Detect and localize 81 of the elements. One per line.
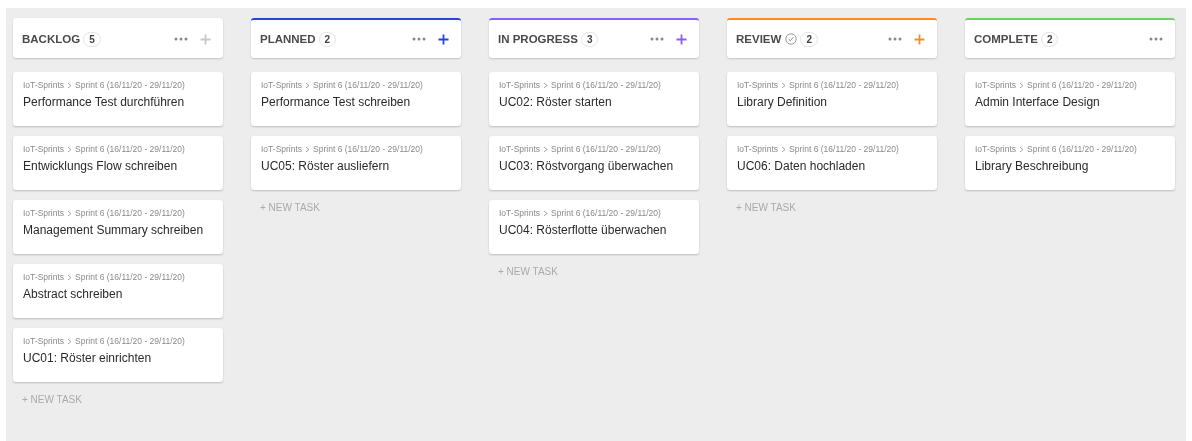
task-card[interactable]: IoT-Sprints Sprint 6 (16/11/20 - 29/11/20) UC06: Daten hochladen: [727, 136, 937, 190]
task-card[interactable]: IoT-Sprints Sprint 6 (16/11/20 - 29/11/20) UC05: Röster ausliefern: [251, 136, 461, 190]
task-card[interactable]: IoT-Sprints Sprint 6 (16/11/20 - 29/11/20) Abstract schreiben: [13, 264, 223, 318]
task-title: UC03: Röstvorgang überwachen: [499, 159, 675, 173]
sprint-name: Sprint 6 (16/11/20 - 29/11/20): [1027, 80, 1137, 90]
task-card[interactable]: IoT-Sprints Sprint 6 (16/11/20 - 29/11/20) UC04: Rösterflotte überwachen: [489, 200, 699, 254]
project-name: IoT-Sprints: [23, 144, 65, 154]
task-title: Entwicklungs Flow schreiben: [23, 159, 179, 173]
project-name: IoT-Sprints: [23, 336, 65, 346]
project-name: IoT-Sprints: [261, 144, 303, 154]
chevron-icon: [67, 81, 73, 89]
project-name: IoT-Sprints: [499, 80, 541, 90]
task-title: Management Summary schreiben: [23, 223, 205, 237]
sprint-name: Sprint 6 (16/11/20 - 29/11/20): [551, 208, 661, 218]
task-title: Performance Test schreiben: [261, 95, 412, 109]
column-title: PLANNED: [260, 33, 316, 45]
sprint-name: Sprint 6 (16/11/20 - 29/11/20): [789, 80, 899, 90]
chevron-icon: [543, 145, 549, 153]
sprint-name: Sprint 6 (16/11/20 - 29/11/20): [75, 208, 185, 218]
task-card[interactable]: IoT-Sprints Sprint 6 (16/11/20 - 29/11/20) Library Beschreibung: [965, 136, 1175, 190]
chevron-icon: [67, 273, 73, 281]
chevron-icon: [543, 81, 549, 89]
task-card[interactable]: IoT-Sprints Sprint 6 (16/11/20 - 29/11/20) Performance Test durchführen: [13, 72, 223, 126]
task-title: Admin Interface Design: [975, 95, 1101, 109]
task-card[interactable]: IoT-Sprints Sprint 6 (16/11/20 - 29/11/20) UC02: Röster starten: [489, 72, 699, 126]
task-title: UC05: Röster ausliefern: [261, 159, 391, 173]
chevron-icon: [781, 145, 787, 153]
chevron-icon: [1019, 81, 1025, 89]
check-circle-icon: [785, 33, 798, 45]
project-name: IoT-Sprints: [499, 208, 541, 218]
sprint-name: Sprint 6 (16/11/20 - 29/11/20): [551, 144, 661, 154]
chevron-icon: [781, 81, 787, 89]
chevron-icon: [305, 145, 311, 153]
task-card[interactable]: IoT-Sprints Sprint 6 (16/11/20 - 29/11/20) Performance Test schreiben: [251, 72, 461, 126]
chevron-icon: [67, 209, 73, 217]
sprint-name: Sprint 6 (16/11/20 - 29/11/20): [551, 80, 661, 90]
more-button[interactable]: [886, 35, 904, 43]
chevron-icon: [543, 209, 549, 217]
sprint-name: Sprint 6 (16/11/20 - 29/11/20): [313, 80, 423, 90]
task-card[interactable]: IoT-Sprints Sprint 6 (16/11/20 - 29/11/20) Admin Interface Design: [965, 72, 1175, 126]
task-title: UC01: Röster einrichten: [23, 351, 153, 365]
chevron-icon: [67, 337, 73, 345]
task-title: Abstract schreiben: [23, 287, 124, 301]
task-title: Library Beschreibung: [975, 159, 1090, 173]
sprint-name: Sprint 6 (16/11/20 - 29/11/20): [75, 144, 185, 154]
task-card[interactable]: IoT-Sprints Sprint 6 (16/11/20 - 29/11/20) Library Definition: [727, 72, 937, 126]
project-name: IoT-Sprints: [737, 144, 779, 154]
chevron-icon: [67, 145, 73, 153]
task-card[interactable]: IoT-Sprints Sprint 6 (16/11/20 - 29/11/20) UC03: Röstvorgang überwachen: [489, 136, 699, 190]
sprint-name: Sprint 6 (16/11/20 - 29/11/20): [75, 336, 185, 346]
task-title: UC04: Rösterflotte überwachen: [499, 223, 668, 237]
task-title: UC06: Daten hochladen: [737, 159, 867, 173]
column-title: COMPLETE: [974, 33, 1038, 45]
task-card[interactable]: IoT-Sprints Sprint 6 (16/11/20 - 29/11/20) Entwicklungs Flow schreiben: [13, 136, 223, 190]
sprint-name: Sprint 6 (16/11/20 - 29/11/20): [75, 80, 185, 90]
more-button[interactable]: [172, 35, 190, 43]
more-button[interactable]: [648, 35, 666, 43]
task-card[interactable]: IoT-Sprints Sprint 6 (16/11/20 - 29/11/20) Management Summary schreiben: [13, 200, 223, 254]
column-title: REVIEW: [736, 33, 782, 45]
project-name: IoT-Sprints: [23, 208, 65, 218]
chevron-icon: [305, 81, 311, 89]
project-name: IoT-Sprints: [261, 80, 303, 90]
column-title: BACKLOG: [22, 33, 81, 45]
project-name: IoT-Sprints: [975, 80, 1017, 90]
sprint-name: Sprint 6 (16/11/20 - 29/11/20): [789, 144, 899, 154]
chevron-icon: [1019, 145, 1025, 153]
sprint-name: Sprint 6 (16/11/20 - 29/11/20): [75, 272, 185, 282]
task-title: UC02: Röster starten: [499, 95, 613, 109]
project-name: IoT-Sprints: [23, 80, 65, 90]
task-card[interactable]: IoT-Sprints Sprint 6 (16/11/20 - 29/11/20) UC01: Röster einrichten: [13, 328, 223, 382]
project-name: IoT-Sprints: [499, 144, 541, 154]
project-name: IoT-Sprints: [975, 144, 1017, 154]
project-name: IoT-Sprints: [737, 80, 779, 90]
task-title: Performance Test durchführen: [23, 95, 186, 109]
more-button[interactable]: [410, 35, 428, 43]
sprint-name: Sprint 6 (16/11/20 - 29/11/20): [313, 144, 423, 154]
task-title: Library Definition: [737, 95, 829, 109]
sprint-name: Sprint 6 (16/11/20 - 29/11/20): [1027, 144, 1137, 154]
more-button[interactable]: [1147, 35, 1165, 43]
column-title: IN PROGRESS: [498, 33, 578, 45]
project-name: IoT-Sprints: [23, 272, 65, 282]
